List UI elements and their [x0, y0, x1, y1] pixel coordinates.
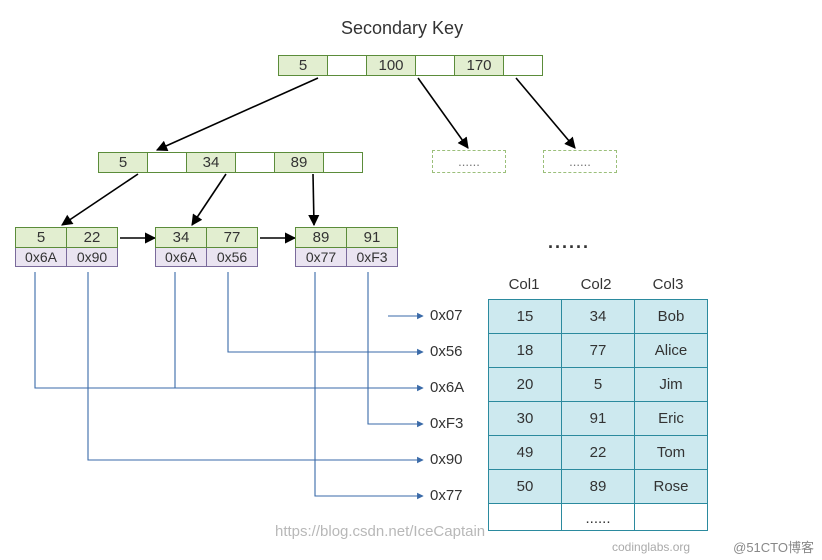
mid-gap: [236, 153, 275, 172]
root-key: 100: [367, 56, 416, 75]
table-cell: Tom: [635, 436, 707, 470]
table-cell: [635, 504, 707, 530]
table-cell: ......: [562, 504, 635, 530]
leaf-key: 22: [67, 228, 117, 247]
table-cell: 50: [489, 470, 562, 504]
addr-label: 0xF3: [430, 415, 463, 432]
addr-label: 0x90: [430, 451, 463, 468]
table-cell: Bob: [635, 300, 707, 334]
table-header: Col1: [488, 270, 560, 299]
root-key: 5: [279, 56, 328, 75]
table-row: 18 77 Alice: [489, 334, 707, 368]
leaf-ptr: 0xF3: [347, 248, 397, 266]
root-key: 170: [455, 56, 504, 75]
leaf-ptr: 0x77: [296, 248, 347, 266]
root-gap: [416, 56, 455, 75]
leaf-key: 77: [207, 228, 257, 247]
btree-leaf-node: 34 77 0x6A 0x56: [155, 227, 258, 267]
leaf-ptr: 0x6A: [156, 248, 207, 266]
table-row: 30 91 Eric: [489, 402, 707, 436]
btree-root-node: 5 100 170: [278, 55, 543, 76]
table-cell: [489, 504, 562, 530]
table-cell: 49: [489, 436, 562, 470]
leaf-key: 34: [156, 228, 207, 247]
credit-label: @51CTO博客: [733, 537, 814, 556]
table-cell: 22: [562, 436, 635, 470]
leaf-ptr: 0x6A: [16, 248, 67, 266]
leaf-key: 5: [16, 228, 67, 247]
table-header: Col2: [560, 270, 632, 299]
root-gap: [504, 56, 542, 75]
mid-key: 5: [99, 153, 148, 172]
mid-gap: [324, 153, 362, 172]
mid-key: 89: [275, 153, 324, 172]
table-cell: 89: [562, 470, 635, 504]
table-header: Col3: [632, 270, 704, 299]
table-cell: 20: [489, 368, 562, 402]
addr-label: 0x56: [430, 343, 463, 360]
table-cell: 5: [562, 368, 635, 402]
addr-label: 0x6A: [430, 379, 464, 396]
leaf-ptr: 0x56: [207, 248, 257, 266]
ghost-node: ......: [432, 150, 506, 173]
btree-mid-node: 5 34 89: [98, 152, 363, 173]
table-cell: Alice: [635, 334, 707, 368]
table-cell: 18: [489, 334, 562, 368]
table-cell: Rose: [635, 470, 707, 504]
leaf-ptr: 0x90: [67, 248, 117, 266]
addr-label: 0x77: [430, 487, 463, 504]
table-empty-row: ......: [489, 504, 707, 530]
watermark: https://blog.csdn.net/IceCaptain: [275, 523, 485, 540]
table-cell: 34: [562, 300, 635, 334]
root-gap: [328, 56, 367, 75]
table-row: 49 22 Tom: [489, 436, 707, 470]
leaf-ellipsis: ......: [548, 232, 590, 253]
diagram-title: Secondary Key: [341, 18, 463, 39]
table-cell: 77: [562, 334, 635, 368]
table-row: 50 89 Rose: [489, 470, 707, 504]
table-cell: 91: [562, 402, 635, 436]
addr-label: 0x07: [430, 307, 463, 324]
table-cell: Jim: [635, 368, 707, 402]
table-cell: Eric: [635, 402, 707, 436]
table-header-row: Col1 Col2 Col3: [488, 270, 708, 299]
leaf-key: 89: [296, 228, 347, 247]
mid-key: 34: [187, 153, 236, 172]
table-row: 20 5 Jim: [489, 368, 707, 402]
leaf-key: 91: [347, 228, 397, 247]
table-cell: 30: [489, 402, 562, 436]
btree-leaf-node: 89 91 0x77 0xF3: [295, 227, 398, 267]
table-cell: 15: [489, 300, 562, 334]
mid-gap: [148, 153, 187, 172]
ghost-node: ......: [543, 150, 617, 173]
watermark-small: codinglabs.org: [612, 540, 690, 554]
table-row: 15 34 Bob: [489, 300, 707, 334]
data-table: Col1 Col2 Col3 15 34 Bob 18 77 Alice 20 …: [488, 270, 708, 531]
btree-leaf-node: 5 22 0x6A 0x90: [15, 227, 118, 267]
